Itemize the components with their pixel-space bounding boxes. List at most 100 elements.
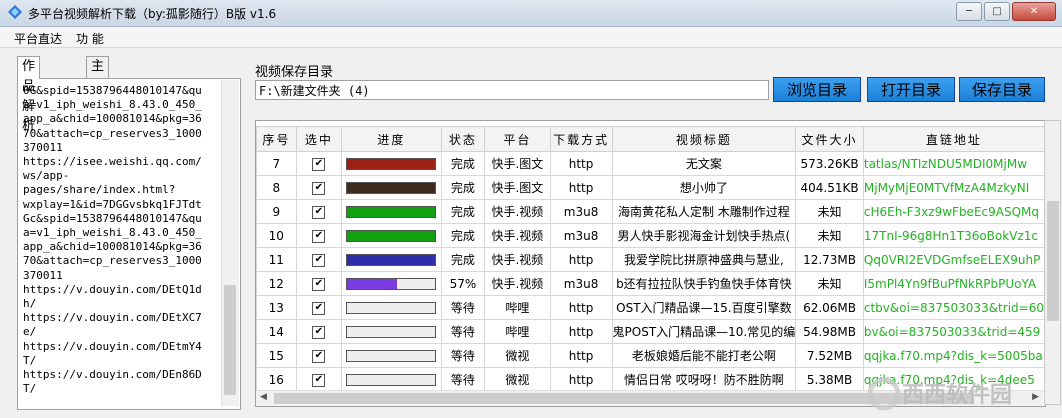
row-checkbox[interactable]: ✔ bbox=[312, 229, 326, 243]
row-checkbox[interactable]: ✔ bbox=[312, 349, 326, 363]
scroll-left-icon[interactable]: ◀ bbox=[260, 392, 267, 402]
browse-dir-button[interactable]: 浏览目录 bbox=[773, 77, 861, 102]
progress-bar bbox=[346, 182, 437, 194]
row-link[interactable]: ctbv&oi=837503033&trid=60 bbox=[862, 295, 1045, 320]
table-row[interactable]: 12 ✔ 57% 快手.视频 m3u8 b还有拉拉队快手钓鱼快手体育快 未知 I5mPl4Yn… bbox=[256, 271, 1045, 296]
row-checkbox[interactable]: ✔ bbox=[312, 301, 326, 315]
row-title: 海南黄花私人定制 木雕制作过程 bbox=[611, 199, 797, 224]
row-checkbox[interactable]: ✔ bbox=[312, 205, 326, 219]
row-link[interactable]: cH6Eh-F3xz9wFbeEc9ASQMq bbox=[862, 199, 1045, 224]
row-checkbox[interactable]: ✔ bbox=[312, 253, 326, 267]
maximize-button[interactable]: □ bbox=[984, 2, 1010, 21]
row-title: 情侣日常 哎呀呀！防不胜防啊 bbox=[611, 367, 797, 392]
progress-bar bbox=[346, 350, 437, 362]
row-progress-cell bbox=[341, 271, 442, 296]
row-link[interactable]: bv&oi=837503033&trid=459 bbox=[862, 319, 1045, 344]
row-progress-cell bbox=[341, 199, 442, 224]
table-row[interactable]: 7 ✔ 完成 快手.图文 http 无文案 573.26KB tatlas/NTIzNDU5M… bbox=[256, 151, 1045, 176]
row-checkbox[interactable]: ✔ bbox=[312, 373, 326, 387]
row-platform: 快手.图文 bbox=[484, 175, 551, 200]
row-select-cell: ✔ bbox=[295, 223, 343, 248]
minimize-button[interactable]: ─ bbox=[956, 2, 982, 21]
row-checkbox[interactable]: ✔ bbox=[312, 277, 326, 291]
url-vertical-scrollbar[interactable] bbox=[221, 80, 239, 406]
row-method: http bbox=[549, 343, 613, 368]
row-checkbox[interactable]: ✔ bbox=[312, 157, 326, 171]
row-checkbox[interactable]: ✔ bbox=[312, 181, 326, 195]
row-title: 鬼POST入门精品课—10.常见的编 bbox=[611, 319, 797, 344]
row-number: 14 bbox=[256, 319, 297, 344]
save-path-input[interactable]: F:\新建文件夹 (4) bbox=[255, 80, 769, 100]
row-progress-cell bbox=[341, 319, 442, 344]
progress-fill bbox=[347, 183, 436, 193]
url-textarea[interactable]: 0G&spid=1538796448010147&qu a=v1_iph_wei… bbox=[17, 78, 241, 410]
progress-bar bbox=[346, 158, 437, 170]
progress-bar bbox=[346, 278, 437, 290]
row-link[interactable]: 17TnI-96g8Hn1T36oBokVz1c bbox=[862, 223, 1045, 248]
row-size: 5.38MB bbox=[795, 367, 864, 392]
table-vertical-scrollbar[interactable] bbox=[1044, 120, 1061, 405]
col-header-status[interactable]: 状态 bbox=[440, 126, 486, 152]
row-method: m3u8 bbox=[549, 199, 613, 224]
col-header-method[interactable]: 下载方式 bbox=[549, 126, 613, 152]
row-link[interactable]: MjMyMjE0MTVfMzA4MzkyNI bbox=[862, 175, 1045, 200]
row-select-cell: ✔ bbox=[295, 175, 343, 200]
col-header-platform[interactable]: 平台 bbox=[484, 126, 551, 152]
table-row[interactable]: 8 ✔ 完成 快手.图文 http 想小帅了 404.51KB MjMyMjE0MTVfMzA… bbox=[256, 175, 1045, 200]
row-number: 16 bbox=[256, 367, 297, 392]
row-progress-cell bbox=[341, 343, 442, 368]
row-checkbox[interactable]: ✔ bbox=[312, 325, 326, 339]
table-row[interactable]: 15 ✔ 等待 微视 http 老板娘婚后能不能打老公啊 7.52MB qqjka.f70.m… bbox=[256, 343, 1045, 368]
row-status: 完成 bbox=[440, 175, 486, 200]
open-dir-button[interactable]: 打开目录 bbox=[867, 77, 955, 102]
row-status: 等待 bbox=[440, 319, 486, 344]
table-row[interactable]: 14 ✔ 等待 哔哩 http 鬼POST入门精品课—10.常见的编 54.98MB bv&o… bbox=[256, 319, 1045, 344]
row-title: 想小帅了 bbox=[611, 175, 797, 200]
url-list-text: 0G&spid=1538796448010147&qu a=v1_iph_wei… bbox=[23, 84, 202, 396]
row-progress-cell bbox=[341, 151, 442, 176]
row-select-cell: ✔ bbox=[295, 151, 343, 176]
menu-bar: 平台直达 功 能 bbox=[0, 27, 1062, 48]
row-link[interactable]: tatlas/NTIzNDU5MDI0MjMw bbox=[862, 151, 1045, 176]
table-row[interactable]: 10 ✔ 完成 快手.视频 m3u8 男人快手影视海金计划快手热点(未知 17TnI-96g… bbox=[256, 223, 1045, 248]
row-status: 完成 bbox=[440, 199, 486, 224]
row-link[interactable]: Qq0VRI2EVDGmfseELEX9uhP bbox=[862, 247, 1045, 272]
row-platform: 快手.视频 bbox=[484, 271, 551, 296]
menu-platform-direct[interactable]: 平台直达 bbox=[14, 30, 62, 47]
col-header-no[interactable]: 序号 bbox=[256, 126, 297, 152]
row-link[interactable]: I5mPl4Yn9fBuPfNkRPbPUoYA bbox=[862, 271, 1045, 296]
row-platform: 微视 bbox=[484, 367, 551, 392]
row-number: 15 bbox=[256, 343, 297, 368]
row-number: 7 bbox=[256, 151, 297, 176]
tab-work-parse[interactable]: 作品解析 bbox=[17, 56, 41, 134]
col-header-progress[interactable]: 进度 bbox=[341, 126, 442, 152]
table-row[interactable]: 9 ✔ 完成 快手.视频 m3u8 海南黄花私人定制 木雕制作过程 未知 cH6Eh-F3xz… bbox=[256, 199, 1045, 224]
menu-functions[interactable]: 功 能 bbox=[76, 30, 104, 47]
row-link[interactable]: qqjka.f70.mp4?dis_k=5005ba bbox=[862, 343, 1045, 368]
row-platform: 哔哩 bbox=[484, 295, 551, 320]
row-select-cell: ✔ bbox=[295, 199, 343, 224]
row-number: 11 bbox=[256, 247, 297, 272]
row-number: 9 bbox=[256, 199, 297, 224]
row-size: 12.73MB bbox=[795, 247, 864, 272]
row-status: 等待 bbox=[440, 343, 486, 368]
table-row[interactable]: 13 ✔ 等待 哔哩 http OST入门精品课—15.百度引擎数 62.06MB ctbv&… bbox=[256, 295, 1045, 320]
col-header-title[interactable]: 视频标题 bbox=[611, 126, 797, 152]
table-row[interactable]: 11 ✔ 完成 快手.视频 http 我爱学院比拼原神盛典与慧业, 12.73MB Qq0VR… bbox=[256, 247, 1045, 272]
col-header-size[interactable]: 文件大小 bbox=[795, 126, 864, 152]
row-progress-cell bbox=[341, 247, 442, 272]
row-progress-cell bbox=[341, 223, 442, 248]
save-dir-button[interactable]: 保存目录 bbox=[959, 77, 1045, 102]
progress-fill bbox=[347, 231, 436, 241]
col-header-link[interactable]: 直链地址 bbox=[862, 126, 1045, 152]
tab-homepage-parse[interactable]: 主页解析 bbox=[86, 56, 110, 134]
row-select-cell: ✔ bbox=[295, 319, 343, 344]
row-title: OST入门精品课—15.百度引擎数 bbox=[611, 295, 797, 320]
download-table-grid: 序号 选中 进度 状态 平台 下载方式 视频标题 文件大小 直链地址 7 ✔ 完成快… bbox=[256, 126, 1045, 392]
row-status: 完成 bbox=[440, 247, 486, 272]
app-icon bbox=[8, 5, 22, 19]
row-size: 未知 bbox=[795, 199, 864, 224]
row-number: 12 bbox=[256, 271, 297, 296]
col-header-selected[interactable]: 选中 bbox=[295, 126, 343, 152]
close-button[interactable]: ✕ bbox=[1012, 2, 1056, 21]
